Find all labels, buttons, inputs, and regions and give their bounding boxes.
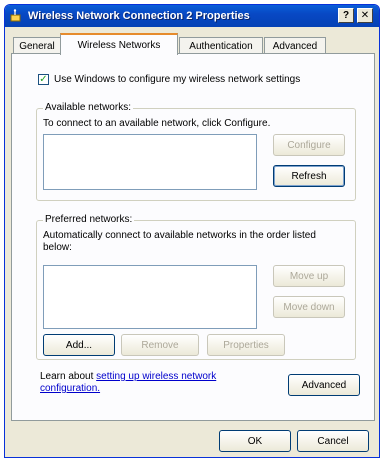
network-connection-icon bbox=[10, 9, 24, 23]
available-networks-description: To connect to an available network, clic… bbox=[43, 118, 271, 129]
tab-wireless-networks[interactable]: Wireless Networks bbox=[60, 33, 178, 55]
configure-button-label: Configure bbox=[287, 139, 331, 151]
move-up-button-label: Move up bbox=[289, 270, 329, 282]
refresh-button[interactable]: Refresh bbox=[273, 165, 345, 187]
move-down-button-label: Move down bbox=[283, 301, 335, 313]
tab-label: Advanced bbox=[272, 40, 318, 52]
configure-button[interactable]: Configure bbox=[273, 134, 345, 156]
tab-advanced[interactable]: Advanced bbox=[264, 37, 326, 54]
configure-windows-checkbox[interactable]: ✓ bbox=[38, 74, 49, 85]
tab-label: General bbox=[19, 40, 55, 52]
tab-label: Wireless Networks bbox=[77, 39, 161, 51]
refresh-button-label: Refresh bbox=[291, 170, 327, 182]
available-networks-group: Available networks: To connect to an ava… bbox=[36, 102, 356, 201]
add-button-label: Add... bbox=[65, 339, 93, 351]
title-bar[interactable]: Wireless Network Connection 2 Properties… bbox=[5, 5, 379, 27]
preferred-networks-description-line1: Automatically connect to available netwo… bbox=[43, 230, 316, 241]
cancel-button-label: Cancel bbox=[317, 435, 349, 447]
configure-windows-label: Use Windows to configure my wireless net… bbox=[54, 74, 301, 85]
help-button[interactable]: ? bbox=[338, 8, 354, 23]
preferred-networks-description-line2: below: bbox=[43, 242, 72, 253]
advanced-button[interactable]: Advanced bbox=[288, 374, 360, 396]
learn-about-text: Learn about setting up wireless network … bbox=[40, 371, 260, 395]
preferred-networks-group: Preferred networks: Automatically connec… bbox=[36, 214, 356, 360]
tab-general[interactable]: General bbox=[13, 37, 61, 54]
available-networks-list[interactable] bbox=[43, 134, 257, 190]
remove-network-button[interactable]: Remove bbox=[121, 334, 199, 356]
move-up-button[interactable]: Move up bbox=[273, 265, 345, 287]
preferred-networks-list[interactable] bbox=[43, 265, 257, 329]
tab-strip: General Wireless Networks Authentication… bbox=[11, 33, 375, 55]
learn-about-prefix: Learn about bbox=[40, 371, 97, 382]
checkmark-icon: ✓ bbox=[39, 74, 48, 85]
tab-label: Authentication bbox=[189, 40, 253, 52]
advanced-button-label: Advanced bbox=[301, 379, 347, 391]
available-networks-title: Available networks: bbox=[43, 102, 133, 113]
help-icon: ? bbox=[342, 10, 350, 21]
move-down-button[interactable]: Move down bbox=[273, 296, 345, 318]
ok-button-label: OK bbox=[247, 435, 263, 447]
wireless-networks-panel: ✓ Use Windows to configure my wireless n… bbox=[11, 53, 375, 421]
remove-button-label: Remove bbox=[141, 339, 179, 351]
ok-button[interactable]: OK bbox=[219, 430, 291, 452]
properties-button-label: Properties bbox=[223, 339, 269, 351]
network-properties-button[interactable]: Properties bbox=[207, 334, 285, 356]
add-network-button[interactable]: Add... bbox=[43, 334, 115, 356]
close-icon: ✕ bbox=[360, 10, 370, 21]
tab-authentication[interactable]: Authentication bbox=[179, 37, 263, 54]
window-title: Wireless Network Connection 2 Properties bbox=[28, 10, 250, 22]
close-button[interactable]: ✕ bbox=[357, 8, 373, 23]
properties-dialog: Wireless Network Connection 2 Properties… bbox=[4, 4, 380, 458]
cancel-button[interactable]: Cancel bbox=[297, 430, 369, 452]
preferred-networks-title: Preferred networks: bbox=[43, 214, 135, 225]
